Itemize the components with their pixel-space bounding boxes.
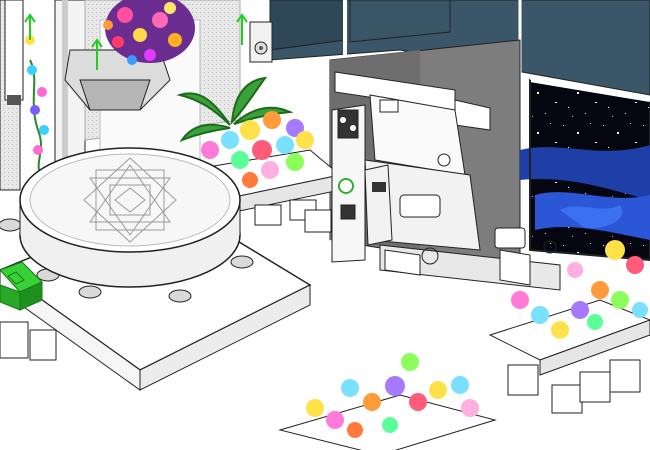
space-window: [520, 78, 650, 262]
game-scene: [0, 0, 650, 450]
speaker-box[interactable]: [249, 21, 273, 63]
scene-canvas: [0, 0, 650, 450]
hanging-vine-flowers: [25, 35, 49, 176]
